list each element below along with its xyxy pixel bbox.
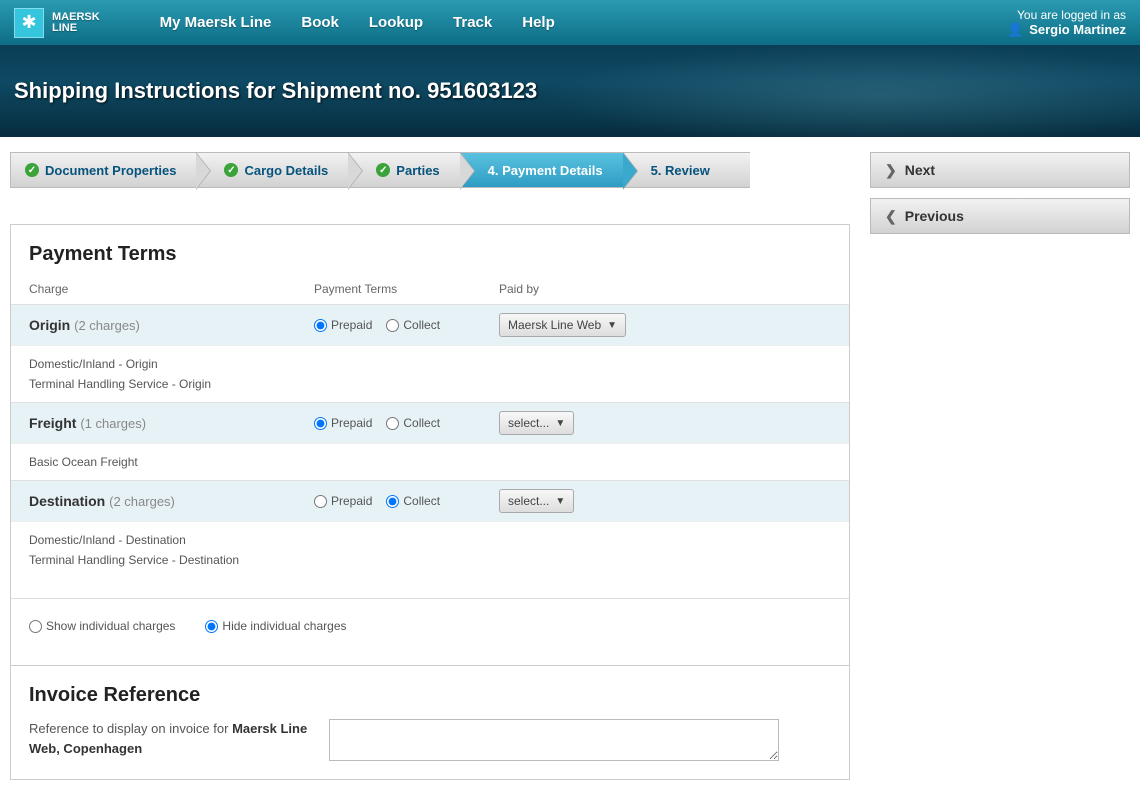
- freight-collect-radio[interactable]: Collect: [386, 416, 440, 430]
- user-info: You are logged in as 👤 Sergio Martinez: [1007, 8, 1126, 38]
- star-icon: ✱: [14, 8, 44, 38]
- payment-terms-title: Payment Terms: [29, 243, 831, 266]
- step-document-properties[interactable]: ✓ Document Properties: [10, 152, 196, 188]
- nav-track[interactable]: Track: [453, 14, 492, 31]
- wizard-steps: ✓ Document Properties ✓ Cargo Details ✓ …: [10, 152, 850, 188]
- destination-collect-radio[interactable]: Collect: [386, 494, 440, 508]
- step-review[interactable]: 5. Review: [623, 152, 750, 188]
- caret-down-icon: ▼: [555, 496, 565, 507]
- brand-logo[interactable]: ✱ MAERSK LINE: [14, 8, 100, 38]
- origin-prepaid-radio[interactable]: Prepaid: [314, 318, 372, 332]
- next-button[interactable]: ❯ Next: [870, 152, 1130, 188]
- brand-text-bottom: LINE: [52, 23, 100, 34]
- charges-display-toggle: Show individual charges Hide individual …: [11, 598, 849, 653]
- invoice-reference-label: Reference to display on invoice for Maer…: [29, 719, 309, 758]
- table-header: Charge Payment Terms Paid by: [29, 278, 831, 304]
- freight-charge-lines: Basic Ocean Freight: [11, 443, 849, 480]
- check-icon: ✓: [25, 163, 39, 177]
- step-payment-details[interactable]: 4. Payment Details: [460, 152, 623, 188]
- primary-nav: My Maersk Line Book Lookup Track Help: [160, 14, 555, 31]
- page-title: Shipping Instructions for Shipment no. 9…: [14, 78, 537, 104]
- previous-button[interactable]: ❮ Previous: [870, 198, 1130, 234]
- page-hero: Shipping Instructions for Shipment no. 9…: [0, 45, 1140, 137]
- step-parties[interactable]: ✓ Parties: [348, 152, 459, 188]
- nav-lookup[interactable]: Lookup: [369, 14, 423, 31]
- origin-collect-radio[interactable]: Collect: [386, 318, 440, 332]
- charge-group-destination: Destination (2 charges) Prepaid Collect …: [11, 480, 849, 521]
- chevron-right-icon: ❯: [885, 162, 897, 179]
- chevron-left-icon: ❮: [885, 208, 897, 225]
- invoice-reference-card: Invoice Reference Reference to display o…: [10, 666, 850, 780]
- invoice-reference-input[interactable]: [329, 719, 779, 761]
- freight-prepaid-radio[interactable]: Prepaid: [314, 416, 372, 430]
- step-cargo-details[interactable]: ✓ Cargo Details: [196, 152, 348, 188]
- payment-terms-card: Payment Terms Charge Payment Terms Paid …: [10, 224, 850, 666]
- user-icon: 👤: [1007, 22, 1023, 38]
- freight-paid-by-dropdown[interactable]: select... ▼: [499, 411, 574, 435]
- charge-group-freight: Freight (1 charges) Prepaid Collect sele…: [11, 402, 849, 443]
- destination-prepaid-radio[interactable]: Prepaid: [314, 494, 372, 508]
- origin-paid-by-dropdown[interactable]: Maersk Line Web ▼: [499, 313, 626, 337]
- ship-background: [490, 45, 1140, 137]
- user-name[interactable]: Sergio Martinez: [1029, 22, 1126, 37]
- destination-paid-by-dropdown[interactable]: select... ▼: [499, 489, 574, 513]
- show-individual-radio[interactable]: Show individual charges: [29, 619, 175, 633]
- check-icon: ✓: [376, 163, 390, 177]
- top-nav-bar: ✱ MAERSK LINE My Maersk Line Book Lookup…: [0, 0, 1140, 45]
- charge-group-origin: Origin (2 charges) Prepaid Collect Maers…: [11, 304, 849, 345]
- login-prefix: You are logged in as: [1007, 8, 1126, 22]
- caret-down-icon: ▼: [555, 418, 565, 429]
- check-icon: ✓: [224, 163, 238, 177]
- brand-text-top: MAERSK: [52, 12, 100, 23]
- caret-down-icon: ▼: [607, 320, 617, 331]
- nav-my-maersk[interactable]: My Maersk Line: [160, 14, 272, 31]
- destination-charge-lines: Domestic/Inland - Destination Terminal H…: [11, 521, 849, 578]
- hide-individual-radio[interactable]: Hide individual charges: [205, 619, 346, 633]
- nav-book[interactable]: Book: [301, 14, 339, 31]
- origin-charge-lines: Domestic/Inland - Origin Terminal Handli…: [11, 345, 849, 402]
- nav-help[interactable]: Help: [522, 14, 555, 31]
- invoice-reference-title: Invoice Reference: [29, 684, 831, 707]
